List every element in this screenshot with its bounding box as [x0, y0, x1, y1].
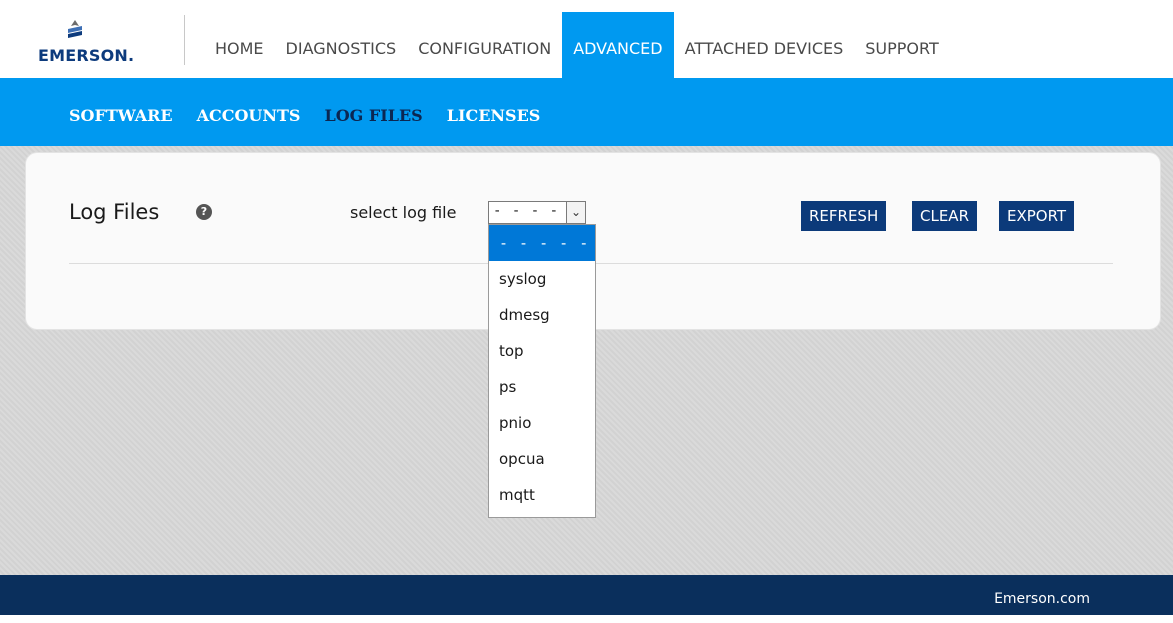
dropdown-option-none[interactable]: - - - - -	[489, 225, 595, 261]
nav-item-support[interactable]: SUPPORT	[854, 12, 949, 78]
chevron-down-icon[interactable]: ⌄	[566, 202, 585, 223]
footer-emerson-link[interactable]: Emerson.com	[994, 575, 1090, 623]
main-nav: HOME DIAGNOSTICS CONFIGURATION ADVANCED …	[204, 12, 950, 78]
emerson-logo[interactable]: EMERSON.	[38, 20, 158, 66]
brand-name: EMERSON.	[38, 46, 135, 65]
dropdown-option-dmesg[interactable]: dmesg	[489, 297, 595, 333]
question-circle-icon[interactable]: ?	[196, 204, 212, 220]
dropdown-option-opcua[interactable]: opcua	[489, 441, 595, 477]
clear-button[interactable]: CLEAR	[912, 201, 977, 231]
log-file-dropdown-list: - - - - - syslog dmesg top ps pnio opcua…	[488, 224, 596, 518]
export-button[interactable]: EXPORT	[999, 201, 1075, 231]
refresh-button[interactable]: REFRESH	[801, 201, 887, 231]
dropdown-option-mqtt[interactable]: mqtt	[489, 477, 595, 513]
log-file-select[interactable]: - - - - - ⌄	[488, 201, 586, 224]
dropdown-option-pnio[interactable]: pnio	[489, 405, 595, 441]
footer: Emerson.com	[0, 575, 1173, 615]
dropdown-option-top[interactable]: top	[489, 333, 595, 369]
nav-item-advanced[interactable]: ADVANCED	[562, 12, 674, 78]
emerson-logo-icon	[68, 20, 82, 38]
nav-item-diagnostics[interactable]: DIAGNOSTICS	[275, 12, 408, 78]
nav-item-home[interactable]: HOME	[204, 12, 275, 78]
select-log-file-label: select log file	[350, 203, 457, 222]
dropdown-option-ps[interactable]: ps	[489, 369, 595, 405]
subnav-item-software[interactable]: SOFTWARE	[57, 78, 185, 146]
page-title: Log Files	[69, 200, 160, 224]
subnav-item-accounts[interactable]: ACCOUNTS	[185, 78, 313, 146]
header-divider	[184, 15, 185, 65]
sub-nav-bar: SOFTWARE ACCOUNTS LOG FILES LICENSES	[0, 78, 1173, 146]
dropdown-option-syslog[interactable]: syslog	[489, 261, 595, 297]
subnav-item-licenses[interactable]: LICENSES	[435, 78, 553, 146]
top-header: EMERSON. HOME DIAGNOSTICS CONFIGURATION …	[0, 0, 1173, 78]
sub-nav: SOFTWARE ACCOUNTS LOG FILES LICENSES	[57, 78, 552, 146]
nav-item-attached-devices[interactable]: ATTACHED DEVICES	[674, 12, 855, 78]
subnav-item-log-files[interactable]: LOG FILES	[312, 78, 434, 146]
nav-item-configuration[interactable]: CONFIGURATION	[407, 12, 562, 78]
